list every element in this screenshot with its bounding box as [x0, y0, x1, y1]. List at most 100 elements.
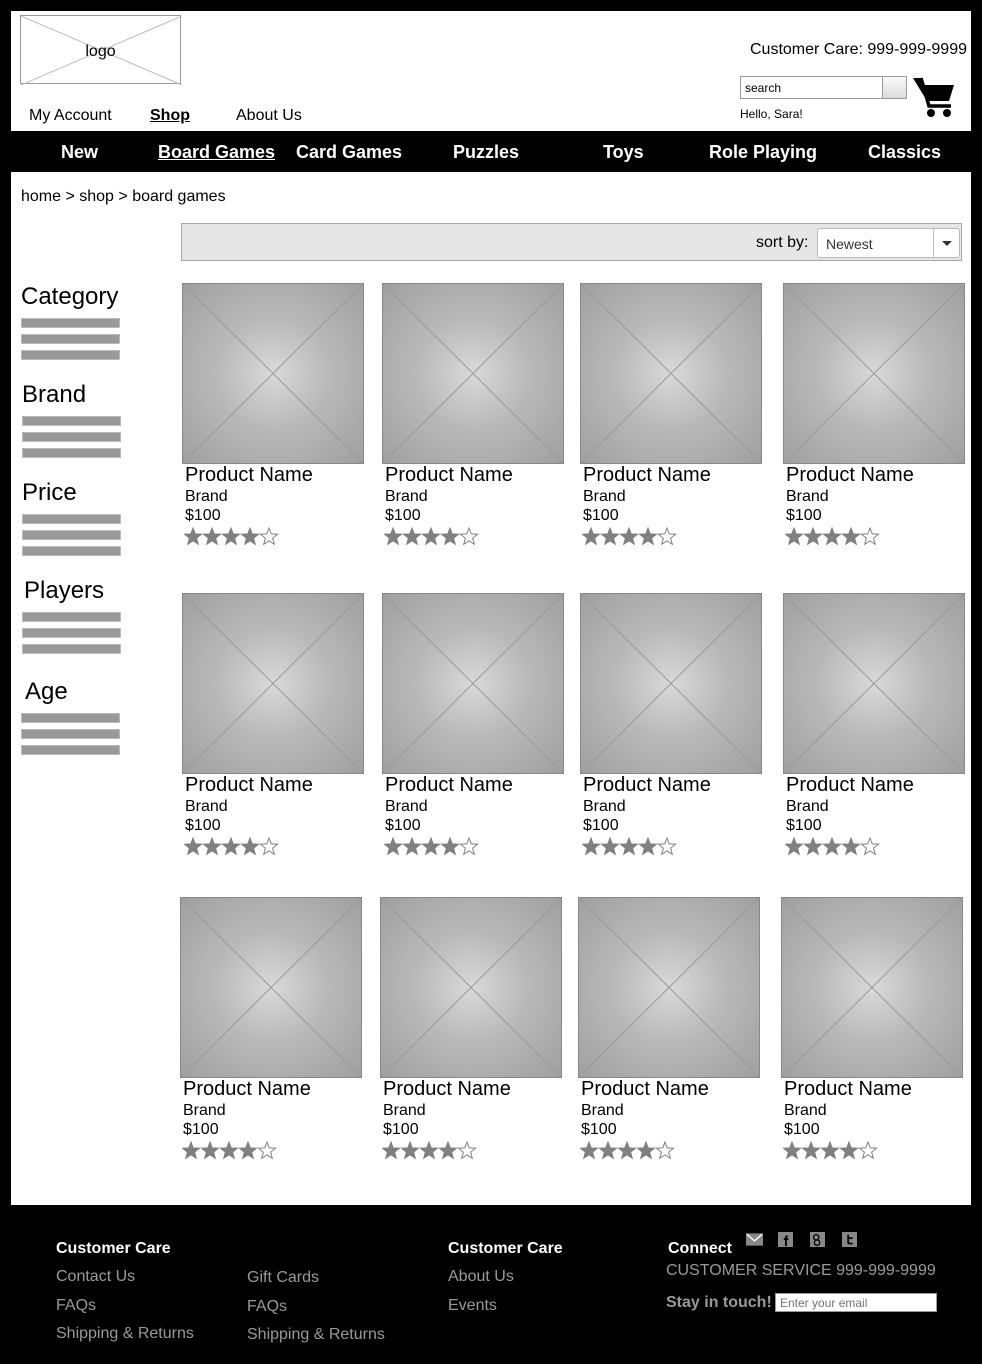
footer-link-about-us[interactable]: About Us: [448, 1268, 514, 1286]
star-filled-icon: [801, 1140, 821, 1160]
product-image[interactable]: [783, 283, 965, 464]
star-filled-icon: [803, 836, 823, 856]
facebook-icon[interactable]: [777, 1232, 794, 1247]
product-name[interactable]: Product Name: [183, 1078, 311, 1101]
twitter-icon[interactable]: [841, 1232, 858, 1247]
footer-link-faqs[interactable]: FAQs: [247, 1298, 287, 1316]
product-name[interactable]: Product Name: [385, 774, 513, 797]
filter-option[interactable]: [22, 514, 121, 524]
filter-title-category[interactable]: Category: [21, 283, 118, 311]
filter-title-players[interactable]: Players: [24, 577, 104, 605]
filter-title-brand[interactable]: Brand: [22, 381, 86, 409]
product-image[interactable]: [382, 283, 564, 464]
filter-option[interactable]: [22, 416, 121, 426]
filter-option[interactable]: [21, 318, 120, 328]
filter-option[interactable]: [22, 628, 121, 638]
star-filled-icon: [782, 1140, 802, 1160]
star-filled-icon: [383, 836, 403, 856]
product-image[interactable]: [380, 897, 562, 1078]
product-image[interactable]: [180, 897, 362, 1078]
newsletter-label: Stay in touch!: [666, 1294, 772, 1311]
star-filled-icon: [619, 836, 639, 856]
product-image[interactable]: [578, 897, 760, 1078]
filter-option[interactable]: [22, 546, 121, 556]
nav-role-playing[interactable]: Role Playing: [709, 142, 817, 163]
google-plus-icon[interactable]: [809, 1232, 826, 1247]
footer-link-shipping-returns[interactable]: Shipping & Returns: [56, 1325, 194, 1343]
product-name[interactable]: Product Name: [583, 464, 711, 487]
filter-title-age[interactable]: Age: [25, 678, 68, 706]
filter-option[interactable]: [21, 745, 120, 755]
star-filled-icon: [784, 526, 804, 546]
nav-new[interactable]: New: [61, 142, 98, 163]
category-nav: New Board Games Card Games Puzzles Toys …: [11, 131, 971, 172]
nav-shop[interactable]: Shop: [150, 107, 190, 125]
product-image[interactable]: [182, 593, 364, 774]
user-greeting: Hello, Sara!: [740, 107, 803, 121]
newsletter-email-input[interactable]: [775, 1293, 937, 1312]
product-name[interactable]: Product Name: [385, 464, 513, 487]
chevron-down-icon[interactable]: [933, 229, 959, 257]
sort-select[interactable]: Newest: [817, 228, 960, 258]
logo[interactable]: logo: [20, 15, 182, 85]
star-filled-icon: [822, 836, 842, 856]
star-rating-graphic: [383, 836, 479, 856]
product-image[interactable]: [580, 593, 762, 774]
product-price: $100: [583, 507, 619, 524]
product-name[interactable]: Product Name: [784, 1078, 912, 1101]
nav-classics[interactable]: Classics: [868, 142, 941, 163]
image-placeholder-graphic: [183, 594, 363, 773]
product-image[interactable]: [182, 283, 364, 464]
star-filled-icon: [202, 836, 222, 856]
product-price: $100: [583, 817, 619, 834]
filter-option[interactable]: [21, 713, 120, 723]
product-name[interactable]: Product Name: [581, 1078, 709, 1101]
footer-link-gift-cards[interactable]: Gift Cards: [247, 1269, 319, 1287]
filter-option[interactable]: [21, 350, 120, 360]
search-input[interactable]: [741, 77, 883, 98]
star-rating: [183, 836, 284, 862]
product-image[interactable]: [382, 593, 564, 774]
nav-puzzles[interactable]: Puzzles: [453, 142, 519, 163]
star-filled-icon: [822, 526, 842, 546]
footer-link-contact-us[interactable]: Contact Us: [56, 1268, 135, 1286]
filter-title-price[interactable]: Price: [22, 479, 77, 507]
nav-my-account[interactable]: My Account: [29, 107, 112, 125]
filter-option[interactable]: [22, 644, 121, 654]
cart-icon[interactable]: [911, 75, 957, 119]
filter-option[interactable]: [22, 530, 121, 540]
nav-about-us[interactable]: About Us: [236, 107, 302, 125]
filter-option[interactable]: [22, 612, 121, 622]
product-image[interactable]: [783, 593, 965, 774]
product-name[interactable]: Product Name: [185, 464, 313, 487]
product-name[interactable]: Product Name: [583, 774, 711, 797]
nav-card-games[interactable]: Card Games: [296, 142, 402, 163]
footer-link-events[interactable]: Events: [448, 1297, 497, 1315]
filter-option[interactable]: [22, 448, 121, 458]
product-name[interactable]: Product Name: [185, 774, 313, 797]
footer-link-shipping-returns[interactable]: Shipping & Returns: [247, 1326, 385, 1344]
search-button[interactable]: [883, 77, 906, 98]
star-empty-icon: [860, 526, 880, 546]
star-filled-icon: [600, 836, 620, 856]
footer-link-faqs[interactable]: FAQs: [56, 1297, 96, 1315]
nav-toys[interactable]: Toys: [603, 142, 644, 163]
email-icon[interactable]: [746, 1232, 763, 1247]
breadcrumb[interactable]: home > shop > board games: [21, 188, 226, 206]
product-name[interactable]: Product Name: [786, 464, 914, 487]
product-image[interactable]: [580, 283, 762, 464]
logo-label: logo: [85, 43, 116, 60]
filter-option[interactable]: [21, 729, 120, 739]
product-image[interactable]: [781, 897, 963, 1078]
star-filled-icon: [600, 526, 620, 546]
star-filled-icon: [421, 836, 441, 856]
nav-board-games[interactable]: Board Games: [158, 142, 275, 163]
filter-option[interactable]: [21, 334, 120, 344]
product-name[interactable]: Product Name: [786, 774, 914, 797]
star-empty-icon: [259, 526, 279, 546]
product-name[interactable]: Product Name: [383, 1078, 511, 1101]
filter-option[interactable]: [22, 432, 121, 442]
image-placeholder-graphic: [581, 594, 761, 773]
star-rating: [181, 1140, 282, 1166]
star-empty-icon: [457, 1140, 477, 1160]
